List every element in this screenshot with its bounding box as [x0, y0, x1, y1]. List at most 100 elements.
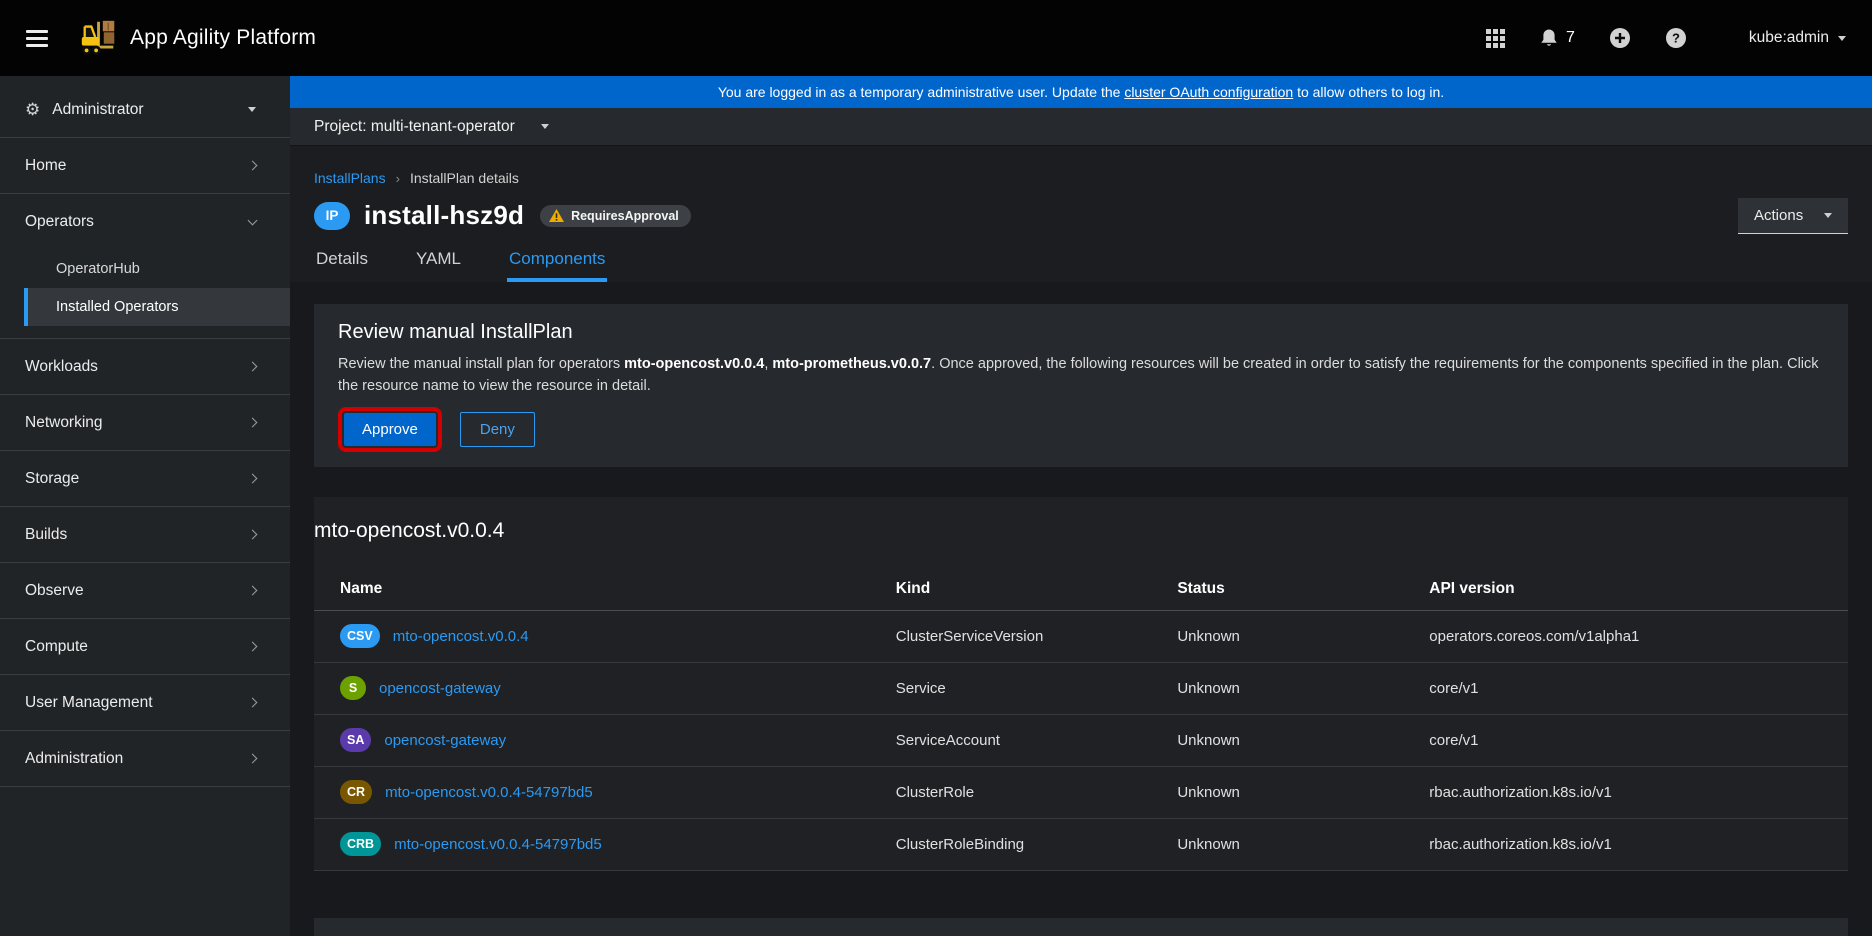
resource-kind-badge: SA: [340, 728, 371, 752]
actions-dropdown-button[interactable]: Actions: [1738, 198, 1848, 234]
resource-kind: ClusterRoleBinding: [896, 836, 1178, 853]
review-installplan-card: Review manual InstallPlan Review the man…: [314, 304, 1848, 467]
resource-link[interactable]: mto-opencost.v0.0.4-54797bd5: [385, 784, 593, 801]
resource-link[interactable]: mto-opencost.v0.0.4: [393, 628, 529, 645]
resource-link[interactable]: opencost-gateway: [384, 732, 506, 749]
sidebar-item-label: User Management: [25, 694, 153, 712]
brand: App Agility Platform: [78, 17, 316, 59]
chevron-down-icon: [1824, 213, 1832, 218]
sidebar-item-home[interactable]: Home: [0, 138, 290, 194]
tab-details[interactable]: Details: [314, 249, 370, 282]
status-badge: RequiresApproval: [540, 205, 691, 227]
operator-name: mto-opencost.v0.0.4: [624, 356, 764, 372]
sidebar-item-label: Observe: [25, 582, 84, 600]
page-title: install-hsz9d: [364, 200, 524, 231]
sidebar-item-label: Storage: [25, 470, 79, 488]
sidebar-item-storage[interactable]: Storage: [0, 451, 290, 507]
chevron-down-icon: [541, 124, 549, 129]
banner-text: to allow others to log in.: [1293, 84, 1444, 100]
chevron-right-icon: [248, 530, 258, 540]
sidebar-item-operators[interactable]: Operators: [0, 194, 290, 250]
user-name: kube:admin: [1749, 29, 1829, 47]
resource-status: Unknown: [1177, 784, 1429, 801]
sidebar-item-label: Workloads: [25, 358, 98, 376]
column-header-status: Status: [1177, 580, 1429, 598]
breadcrumb-installplans-link[interactable]: InstallPlans: [314, 170, 386, 186]
help-circle-icon[interactable]: ?: [1665, 27, 1687, 49]
sidebar-item-label: Administration: [25, 750, 123, 768]
chevron-right-icon: [248, 362, 258, 372]
sidebar-group-operators: Operators OperatorHub Installed Operator…: [0, 194, 290, 339]
sidebar-item-operatorhub[interactable]: OperatorHub: [0, 250, 290, 288]
tab-components[interactable]: Components: [507, 249, 607, 282]
sidebar-item-observe[interactable]: Observe: [0, 563, 290, 619]
add-circle-icon[interactable]: [1609, 27, 1631, 49]
column-header-kind: Kind: [896, 580, 1178, 598]
login-notice-banner: You are logged in as a temporary adminis…: [290, 76, 1872, 108]
cluster-oauth-configuration-link[interactable]: cluster OAuth configuration: [1124, 84, 1293, 100]
cogs-icon: ⚙: [25, 100, 40, 120]
review-text: Review the manual install plan for opera…: [338, 356, 624, 372]
sidebar-subitem-label: OperatorHub: [56, 261, 140, 277]
column-header-api-version: API version: [1429, 580, 1822, 598]
resource-status: Unknown: [1177, 732, 1429, 749]
deny-button[interactable]: Deny: [460, 412, 535, 447]
next-section-peek: [314, 918, 1848, 936]
chevron-down-icon: [248, 107, 256, 112]
resource-kind: ClusterServiceVersion: [896, 628, 1178, 645]
approve-button[interactable]: Approve: [344, 413, 436, 446]
chevron-right-icon: [248, 754, 258, 764]
resource-kind-badge: S: [340, 676, 366, 700]
review-actions: Approve Deny: [338, 412, 1824, 447]
operator-components-section: mto-opencost.v0.0.4 Name Kind Status API…: [314, 497, 1848, 871]
project-selector-label: Project: multi-tenant-operator: [314, 118, 515, 136]
resource-api-version: core/v1: [1429, 732, 1822, 749]
resource-api-version: operators.coreos.com/v1alpha1: [1429, 628, 1822, 645]
chevron-right-icon: [248, 418, 258, 428]
resource-kind: Service: [896, 680, 1178, 697]
notification-count: 7: [1566, 29, 1575, 47]
resource-kind: ServiceAccount: [896, 732, 1178, 749]
masthead: App Agility Platform 7: [0, 0, 1872, 76]
sidebar-item-builds[interactable]: Builds: [0, 507, 290, 563]
operator-name: mto-prometheus.v0.0.7: [772, 356, 931, 372]
sidebar-item-workloads[interactable]: Workloads: [0, 339, 290, 395]
notification-bell-button[interactable]: 7: [1539, 28, 1575, 48]
sidebar-item-compute[interactable]: Compute: [0, 619, 290, 675]
resource-kind-badge: CR: [340, 780, 372, 804]
perspective-label: Administrator: [52, 101, 143, 119]
column-header-name: Name: [340, 580, 896, 598]
resource-status: Unknown: [1177, 836, 1429, 853]
chevron-right-icon: [248, 586, 258, 596]
app-launcher-grid-icon[interactable]: [1486, 29, 1505, 48]
resource-status: Unknown: [1177, 628, 1429, 645]
sidebar-item-user-management[interactable]: User Management: [0, 675, 290, 731]
resource-kind-badge: CSV: [340, 624, 380, 648]
sidebar-item-networking[interactable]: Networking: [0, 395, 290, 451]
bell-icon: [1539, 28, 1559, 48]
sidebar-item-installed-operators[interactable]: Installed Operators: [24, 288, 290, 326]
resource-api-version: rbac.authorization.k8s.io/v1: [1429, 784, 1822, 801]
table-header-row: Name Kind Status API version: [314, 569, 1848, 611]
review-card-title: Review manual InstallPlan: [338, 321, 1824, 344]
app-title: App Agility Platform: [130, 26, 316, 50]
resource-link[interactable]: mto-opencost.v0.0.4-54797bd5: [394, 836, 602, 853]
perspective-switcher[interactable]: ⚙ Administrator: [0, 82, 290, 138]
tab-yaml[interactable]: YAML: [414, 249, 463, 282]
sidebar-item-administration[interactable]: Administration: [0, 731, 290, 787]
resource-link[interactable]: opencost-gateway: [379, 680, 501, 697]
project-selector[interactable]: Project: multi-tenant-operator: [290, 108, 1872, 146]
resource-kind: ClusterRole: [896, 784, 1178, 801]
sidebar-item-label: Builds: [25, 526, 67, 544]
sidebar: ⚙ Administrator Home Operators OperatorH…: [0, 76, 290, 936]
status-badge-label: RequiresApproval: [571, 209, 679, 223]
table-row: CRB mto-opencost.v0.0.4-54797bd5 Cluster…: [314, 819, 1848, 871]
user-menu[interactable]: kube:admin: [1749, 29, 1846, 47]
breadcrumb-separator: ›: [396, 171, 400, 186]
review-card-description: Review the manual install plan for opera…: [338, 354, 1824, 398]
page-header: InstallPlans › InstallPlan details IP in…: [290, 146, 1872, 282]
sidebar-item-label: Home: [25, 157, 66, 175]
resource-status: Unknown: [1177, 680, 1429, 697]
svg-text:?: ?: [1672, 31, 1680, 46]
nav-toggle-hamburger-icon[interactable]: [26, 30, 48, 47]
